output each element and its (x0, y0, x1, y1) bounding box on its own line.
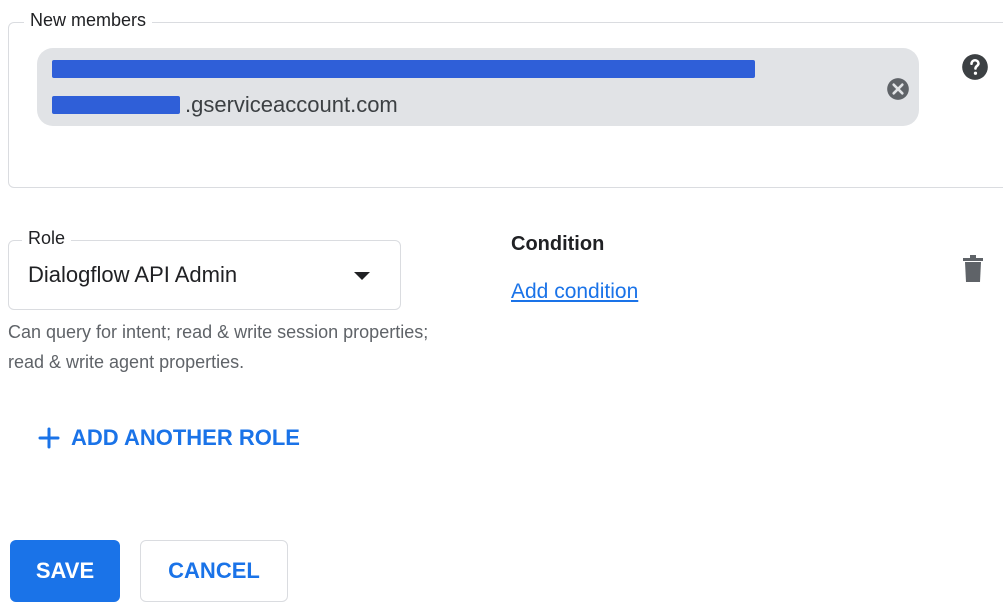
role-helper-text: Can query for intent; read & write sessi… (8, 322, 429, 372)
redacted-email-line2 (52, 96, 180, 114)
remove-member-icon[interactable] (884, 75, 912, 103)
redacted-email-line1 (52, 60, 755, 78)
role-label: Role (22, 228, 72, 249)
save-button[interactable]: SAVE (10, 540, 120, 602)
condition-label: Condition (511, 233, 605, 255)
new-members-label: New members (24, 10, 153, 31)
add-another-role-label: ADD ANOTHER ROLE (71, 425, 300, 450)
trash-icon[interactable] (960, 253, 986, 285)
add-condition-link[interactable]: Add condition (511, 280, 638, 304)
cancel-button[interactable]: CANCEL (140, 540, 288, 602)
help-icon[interactable] (960, 52, 990, 82)
add-another-role-button[interactable]: ADD ANOTHER ROLE (37, 422, 300, 454)
member-chip-text: .gserviceaccount.com (185, 92, 398, 117)
dropdown-caret-icon[interactable] (350, 266, 374, 286)
plus-icon (37, 426, 61, 450)
role-selected-value: Dialogflow API Admin (28, 262, 238, 287)
